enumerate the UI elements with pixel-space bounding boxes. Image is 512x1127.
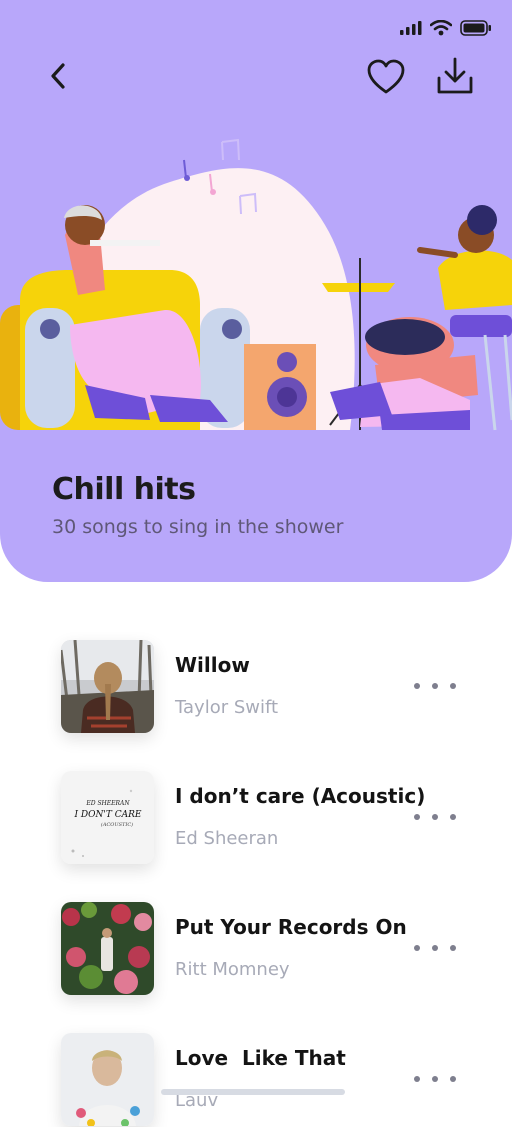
album-cover bbox=[61, 1033, 154, 1126]
song-title: Willow bbox=[175, 653, 250, 677]
song-title: Put Your Records On bbox=[175, 915, 407, 939]
playlist-subtitle: 30 songs to sing in the shower bbox=[52, 516, 344, 538]
status-bar bbox=[400, 20, 492, 36]
song-row[interactable]: Willow Taylor Swift bbox=[0, 640, 512, 734]
more-options-button[interactable] bbox=[414, 807, 456, 827]
song-row[interactable]: Love Like That Lauv bbox=[0, 1033, 512, 1127]
playlist-title: Chill hits bbox=[52, 472, 196, 507]
home-indicator[interactable] bbox=[161, 1089, 345, 1095]
wifi-icon bbox=[430, 20, 452, 36]
more-options-button[interactable] bbox=[414, 676, 456, 696]
song-artist: Taylor Swift bbox=[175, 697, 279, 718]
cover-artist-text: ED SHEERAN bbox=[85, 800, 130, 807]
song-title: I don’t care (Acoustic) bbox=[175, 784, 426, 808]
chevron-left-icon bbox=[51, 63, 65, 89]
back-button[interactable] bbox=[40, 58, 76, 94]
more-options-button[interactable] bbox=[414, 938, 456, 958]
signal-icon bbox=[400, 21, 422, 35]
song-artist: Ed Sheeran bbox=[175, 828, 279, 849]
album-cover bbox=[61, 640, 154, 733]
more-options-button[interactable] bbox=[414, 1069, 456, 1089]
album-cover bbox=[61, 902, 154, 995]
favorite-button[interactable] bbox=[364, 55, 408, 99]
download-icon bbox=[437, 57, 473, 94]
song-row[interactable]: ED SHEERAN I DON'T CARE (ACOUSTIC) I don… bbox=[0, 771, 512, 865]
battery-icon bbox=[460, 20, 491, 36]
cover-subtitle-text: (ACOUSTIC) bbox=[101, 821, 133, 828]
song-row[interactable]: Put Your Records On Ritt Momney bbox=[0, 902, 512, 996]
music-band-illustration bbox=[0, 138, 512, 431]
playlist-header: Chill hits 30 songs to sing in the showe… bbox=[0, 0, 512, 582]
download-button[interactable] bbox=[432, 53, 478, 99]
cover-title-text: I DON'T CARE bbox=[74, 810, 142, 820]
song-artist: Ritt Momney bbox=[175, 959, 290, 980]
album-cover: ED SHEERAN I DON'T CARE (ACOUSTIC) bbox=[61, 771, 154, 864]
heart-icon bbox=[367, 59, 405, 94]
song-title: Love Like That bbox=[175, 1046, 346, 1070]
